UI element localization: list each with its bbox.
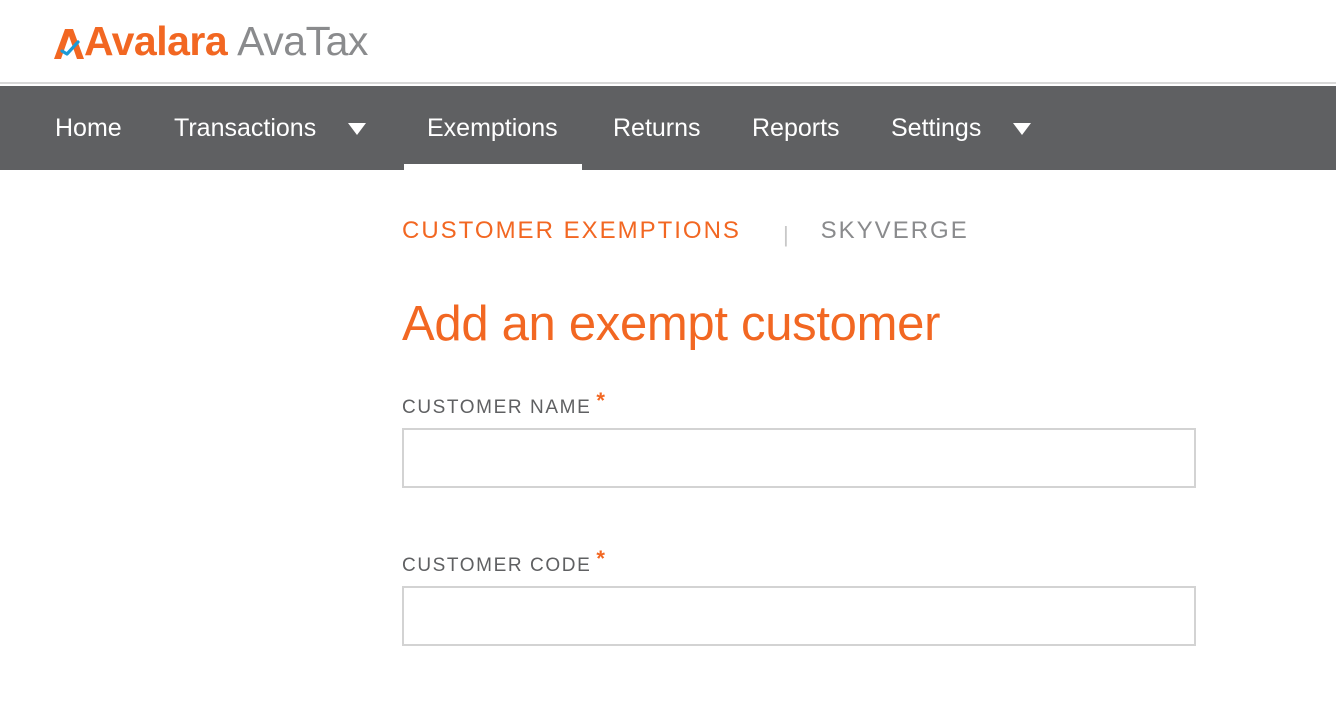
customer-code-label: CUSTOMER CODE * — [402, 547, 605, 578]
caret-down-icon[interactable] — [1013, 123, 1032, 135]
nav-item-label: Exemptions — [427, 113, 558, 142]
nav-item-settings[interactable]: Settings — [891, 86, 1032, 170]
nav-item-label: Transactions — [174, 113, 317, 142]
customer-code-input[interactable] — [402, 586, 1196, 646]
nav-item-label: Returns — [613, 113, 701, 142]
main-nav: Home Transactions Exemptions Returns Rep… — [0, 86, 1336, 170]
avalara-logo[interactable]: Avalara AvaTax — [54, 18, 368, 64]
customer-name-input[interactable] — [402, 428, 1196, 488]
nav-item-reports[interactable]: Reports — [752, 86, 840, 170]
avalara-logo-icon — [54, 22, 84, 59]
product-name: AvaTax — [237, 18, 368, 64]
required-indicator: * — [596, 388, 605, 413]
nav-item-label: Home — [55, 113, 122, 142]
nav-item-returns[interactable]: Returns — [613, 86, 701, 170]
customer-name-label: CUSTOMER NAME * — [402, 389, 605, 420]
page-title: Add an exempt customer — [402, 297, 941, 351]
breadcrumb-company: SKYVERGE — [820, 217, 969, 244]
nav-item-home[interactable]: Home — [55, 86, 122, 170]
nav-item-label: Reports — [752, 113, 840, 142]
breadcrumb-customer-exemptions[interactable]: CUSTOMER EXEMPTIONS — [402, 217, 741, 245]
required-indicator: * — [596, 546, 605, 571]
breadcrumb-separator: | — [782, 222, 791, 247]
breadcrumb: CUSTOMER EXEMPTIONS | SKYVERGE — [402, 214, 969, 248]
app-header: Avalara AvaTax — [0, 0, 1336, 84]
nav-item-label: Settings — [891, 113, 982, 142]
nav-item-transactions[interactable]: Transactions — [174, 86, 367, 170]
nav-item-exemptions[interactable]: Exemptions — [404, 86, 582, 170]
customer-code-label-text: CUSTOMER CODE — [402, 555, 592, 576]
caret-down-icon[interactable] — [348, 123, 367, 135]
customer-name-label-text: CUSTOMER NAME — [402, 397, 592, 418]
brand-name: Avalara — [84, 18, 228, 64]
